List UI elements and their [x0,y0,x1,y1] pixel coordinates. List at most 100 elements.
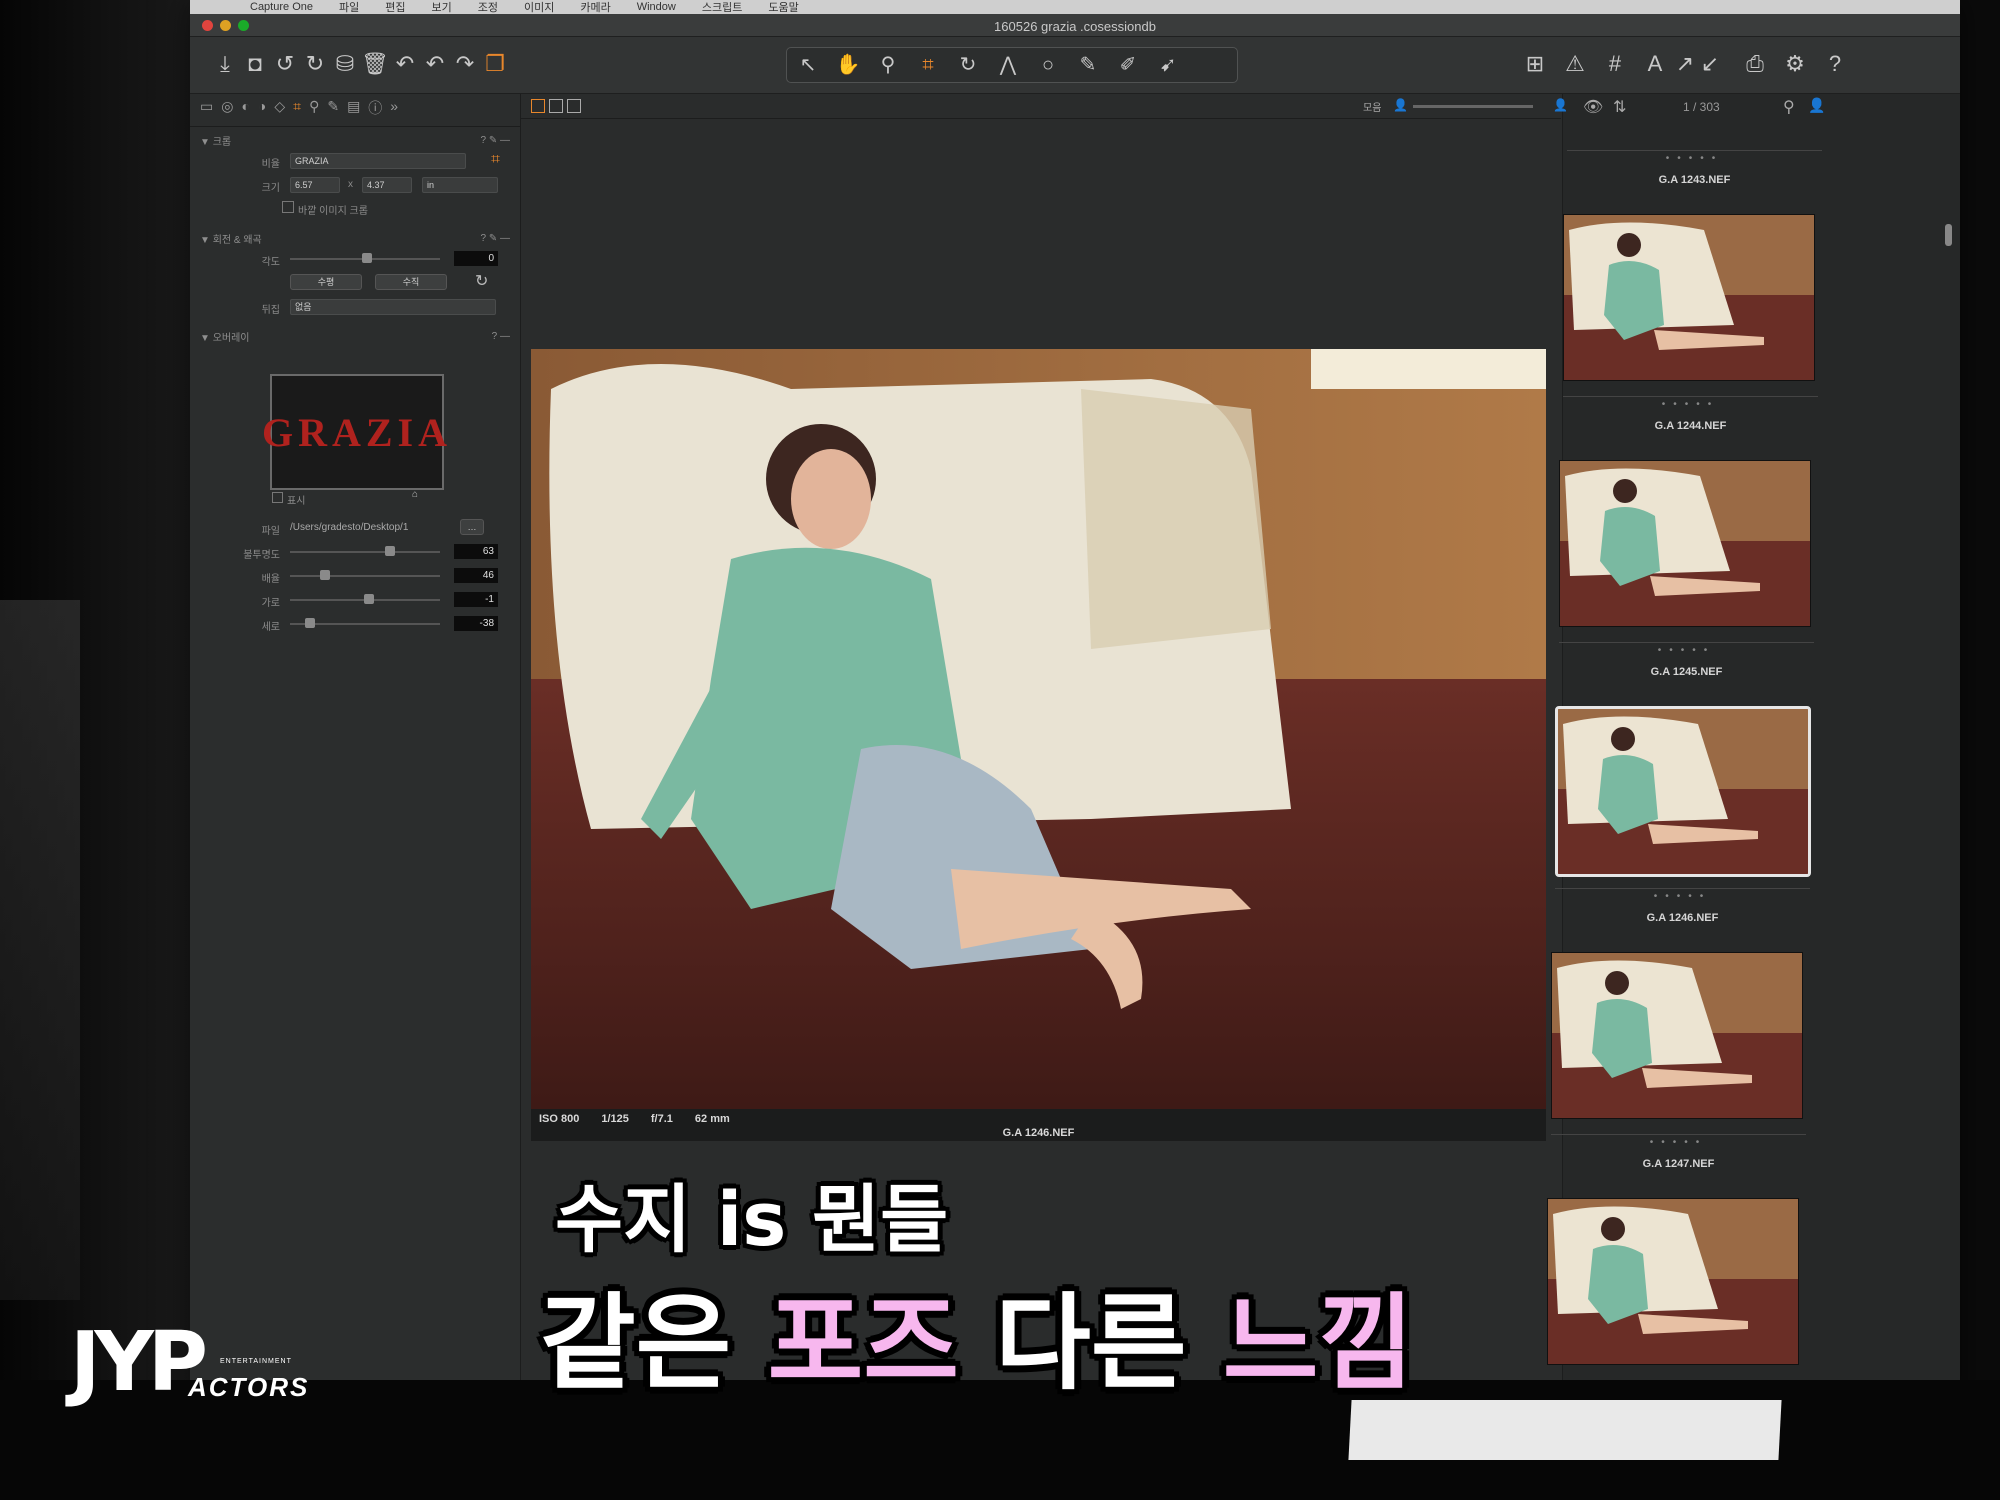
rating-dots[interactable]: ••••• [1559,645,1814,656]
opacity-slider-knob[interactable] [384,546,395,556]
flip-select[interactable]: 없음 [290,299,496,315]
height-field[interactable]: 4.37 [362,177,412,193]
exposure-tab-icon[interactable]: ◑ [258,98,266,122]
flip-vertical-button[interactable]: 수직 [375,274,447,290]
horizontal-value[interactable]: -1 [454,592,498,607]
rating-dots[interactable]: ••••• [1563,399,1818,410]
thumbnail-image[interactable] [1555,706,1811,877]
thumbnail-image[interactable] [1563,214,1815,381]
show-overlay-checkbox[interactable] [272,492,283,503]
vertical-slider-knob[interactable] [305,618,315,628]
zoom-icon[interactable]: ⚲ [873,50,903,80]
thumbnail-rating[interactable]: ••••• [1551,1134,1806,1153]
crop-icon[interactable]: ⌗ [913,50,943,80]
trash-icon[interactable]: 🗑 [360,49,390,79]
browse-file-button[interactable]: … [460,519,484,535]
details-tab-icon[interactable]: ⚲ [309,98,319,122]
menu-item-image[interactable]: 이미지 [524,0,554,15]
width-field[interactable]: 6.57 [290,177,340,193]
rotate-right-icon[interactable]: ↻ [300,49,330,79]
menu-item-app[interactable]: Capture One [250,1,313,13]
brush-icon[interactable]: ✎ [1073,50,1103,80]
scale-slider-knob[interactable] [320,570,330,580]
select-arrow-icon[interactable]: ↖ [793,50,823,80]
rotate-left-icon[interactable]: ↺ [270,49,300,79]
composition-tab-icon[interactable]: ⌗ [293,98,301,122]
main-photo[interactable] [531,349,1546,1109]
pan-hand-icon[interactable]: ✋ [833,50,863,80]
reset-icon[interactable]: ↶ [390,49,420,79]
unit-select[interactable]: in [422,177,498,193]
print-icon[interactable]: ⎙ [1740,49,1770,79]
adjust-tab-icon[interactable]: ✎ [327,98,339,122]
overlay-preview[interactable]: GRAZIA [262,374,447,490]
crop-section-header[interactable]: ▼ 크롭? ✎ — [190,131,520,149]
rating-dots[interactable]: ••••• [1551,1137,1806,1148]
opacity-value[interactable]: 63 [454,544,498,559]
color-tab-icon[interactable]: ◐ [241,98,249,122]
process-icon[interactable]: ⛁ [330,49,360,79]
capture-tab-icon[interactable]: ◎ [221,98,233,122]
menu-item-view[interactable]: 보기 [431,0,451,15]
compare-view-icon[interactable] [567,99,581,113]
crop-outside-checkbox[interactable] [282,201,294,213]
keystone-icon[interactable]: ⋀ [993,50,1023,80]
thumbnail-rating[interactable]: ••••• [1567,150,1822,169]
camera-icon[interactable]: ◘ [240,49,270,79]
help-icon[interactable]: ? [1820,49,1850,79]
rotate-tool-icon[interactable]: ↻ [953,50,983,80]
grid-view-icon[interactable]: ⊞ [1520,49,1550,79]
browser-scrollbar[interactable] [1945,224,1952,246]
eye-icon[interactable]: 👁 [1583,97,1603,117]
single-view-icon[interactable] [549,99,563,113]
rotate-cursor-icon[interactable]: ↻ [475,271,488,291]
gear-icon[interactable]: ⚙ [1780,49,1810,79]
menu-item-edit[interactable]: 편집 [385,0,405,15]
menu-item-camera[interactable]: 카메라 [580,0,610,15]
metadata-tab-icon[interactable]: ▤ [347,98,360,122]
overlay-image-icon[interactable]: ⌂ [412,489,418,500]
picker-icon[interactable]: ✐ [1113,50,1143,80]
crop-tool-icon[interactable]: ⌗ [491,151,500,169]
thumbnail-image[interactable] [1559,460,1811,627]
vertical-slider[interactable] [290,618,440,628]
overlay-section-header[interactable]: ▼ 오버레이? — [190,327,520,345]
menu-item-window[interactable]: Window [637,1,676,13]
search-icon[interactable]: ⚲ [1783,97,1795,117]
menu-item-script[interactable]: 스크립트 [702,0,742,15]
ratio-select[interactable]: GRAZIA [290,153,466,169]
menu-item-file[interactable]: 파일 [339,0,359,15]
thumbnail-image[interactable] [1547,1198,1799,1365]
apply-adjust-icon[interactable]: ➹ [1153,50,1183,80]
spot-removal-icon[interactable]: ○ [1033,50,1063,80]
exposure-warning-icon[interactable]: ⚠ [1560,49,1590,79]
menu-item-adjust[interactable]: 조정 [478,0,498,15]
scale-value[interactable]: 46 [454,568,498,583]
lens-tab-icon[interactable]: ◇ [274,98,285,122]
angle-value[interactable]: 0 [454,251,498,266]
text-overlay-icon[interactable]: A [1640,49,1670,79]
scale-slider[interactable] [290,570,440,580]
horizontal-slider[interactable] [290,594,440,604]
thumb-size-slider[interactable] [1413,105,1533,108]
vertical-value[interactable]: -38 [454,616,498,631]
multi-view-icon[interactable] [531,99,545,113]
menu-item-help[interactable]: 도움말 [768,0,798,15]
more-tabs-icon[interactable]: » [390,98,398,122]
library-tab-icon[interactable]: ▭ [200,98,213,122]
rating-dots[interactable]: ••••• [1555,891,1810,902]
horizontal-slider-knob[interactable] [363,594,374,604]
opacity-slider[interactable] [290,546,440,556]
thumbnail-image[interactable] [1551,952,1803,1119]
output-tab-icon[interactable]: ⓘ [368,98,382,122]
angle-slider-knob[interactable] [362,253,372,263]
grid-overlay-icon[interactable]: # [1600,49,1630,79]
copy-adjustments-icon[interactable]: ❐ [480,49,510,79]
user-filter-icon[interactable]: 👤 [1808,97,1825,114]
flip-horizontal-button[interactable]: 수평 [290,274,362,290]
rotation-section-header[interactable]: ▼ 회전 & 왜곡? ✎ — [190,229,520,247]
rating-dots[interactable]: ••••• [1567,153,1822,164]
redo-icon[interactable]: ↷ [450,49,480,79]
thumbnail-rating[interactable]: ••••• [1555,888,1810,907]
sort-icon[interactable]: ⇅ [1613,97,1626,117]
